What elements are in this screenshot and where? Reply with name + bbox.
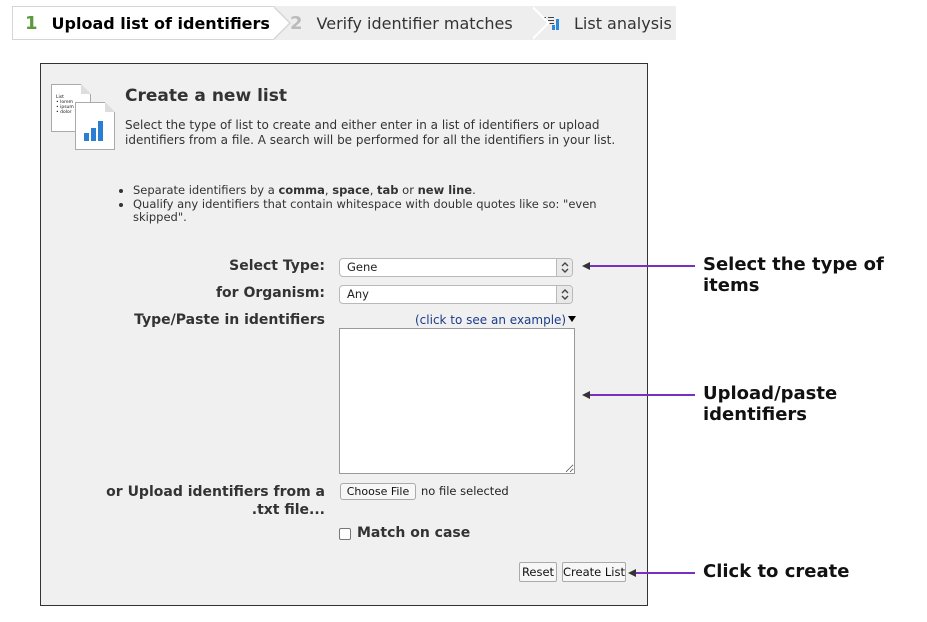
file-status: no file selected	[421, 484, 509, 498]
chevron-updown-icon	[556, 286, 572, 303]
paste-identifiers-label: Type/Paste in identifiers	[134, 312, 325, 328]
panel-title: Create a new list	[125, 86, 287, 106]
workflow-steps: 2 Verify identifier matches List analysi…	[12, 6, 676, 40]
step-label: List analysis	[574, 13, 672, 33]
upload-file-label: or Upload identifiers from a .txt file..…	[106, 484, 325, 518]
instructions-list: Separate identifiers by a comma, space, …	[119, 183, 619, 225]
triangle-down-icon	[568, 316, 577, 322]
chevron-updown-icon	[556, 259, 572, 276]
create-list-button[interactable]: Create List	[562, 562, 626, 582]
step-list-analysis[interactable]: List analysis	[530, 6, 676, 40]
step-label: Upload list of identifiers	[51, 13, 270, 33]
identifiers-textarea[interactable]	[339, 328, 575, 474]
arrow-left-icon	[628, 569, 636, 577]
match-case-label[interactable]: Match on case	[357, 525, 470, 541]
select-type-label: Select Type:	[229, 258, 325, 274]
step-verify-matches[interactable]: 2 Verify identifier matches	[274, 6, 550, 40]
panel-description: Select the type of list to create and ei…	[125, 118, 616, 147]
select-type-dropdown[interactable]: Gene	[339, 258, 573, 277]
create-list-panel: List • lorem • ipsum • dolor Create a ne…	[40, 63, 648, 606]
match-case-checkbox[interactable]	[339, 528, 351, 540]
example-link[interactable]: (click to see an example)	[415, 313, 577, 327]
step-label: Verify identifier matches	[316, 13, 513, 33]
step-upload-identifiers[interactable]: 1 Upload list of identifiers	[12, 6, 291, 40]
arrow-left-icon	[582, 391, 590, 399]
choose-file-button[interactable]: Choose File	[340, 483, 416, 500]
step-number: 2	[290, 12, 303, 34]
arrow-left-icon	[582, 262, 590, 270]
step-number: 1	[25, 12, 38, 34]
organism-dropdown[interactable]: Any	[339, 285, 573, 304]
list-item: Separate identifiers by a comma, space, …	[133, 183, 619, 198]
document-chart-icon: List • lorem • ipsum • dolor	[51, 84, 115, 150]
list-item: Qualify any identifiers that contain whi…	[133, 197, 619, 225]
organism-label: for Organism:	[215, 285, 325, 301]
reset-button[interactable]: Reset	[519, 562, 557, 582]
